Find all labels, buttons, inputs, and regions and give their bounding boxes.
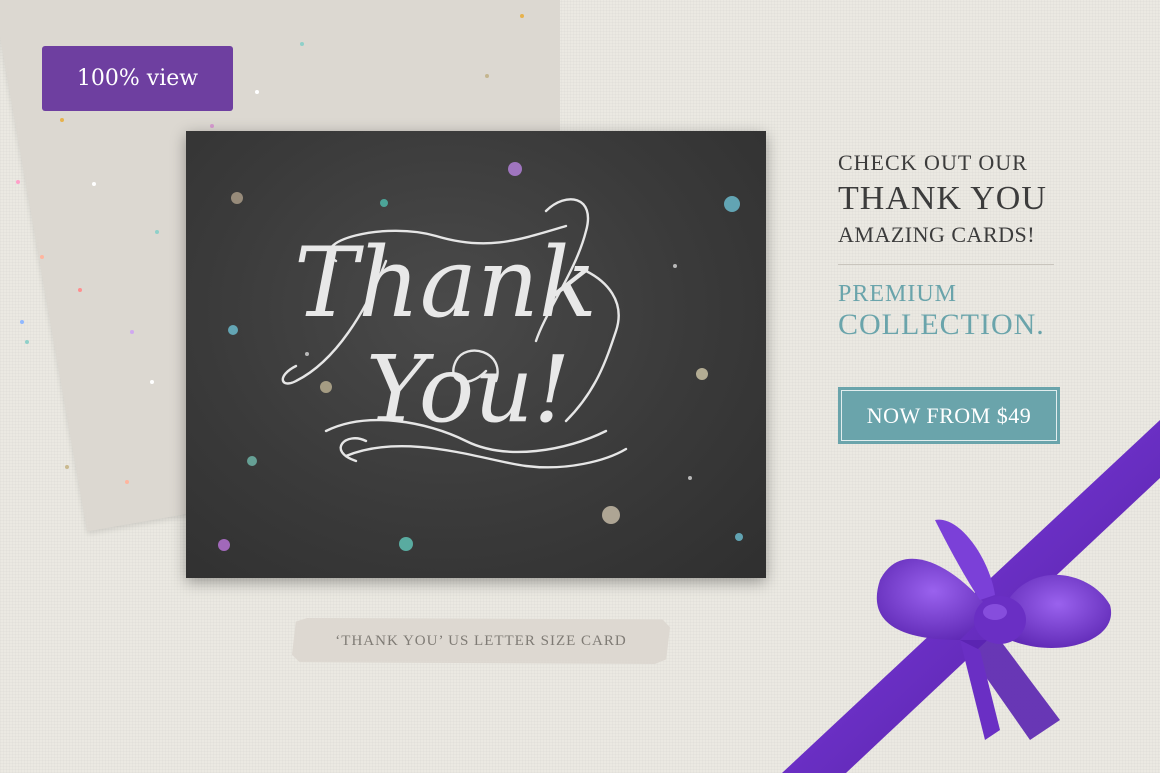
purple-ribbon-bow-icon [782,420,1160,773]
